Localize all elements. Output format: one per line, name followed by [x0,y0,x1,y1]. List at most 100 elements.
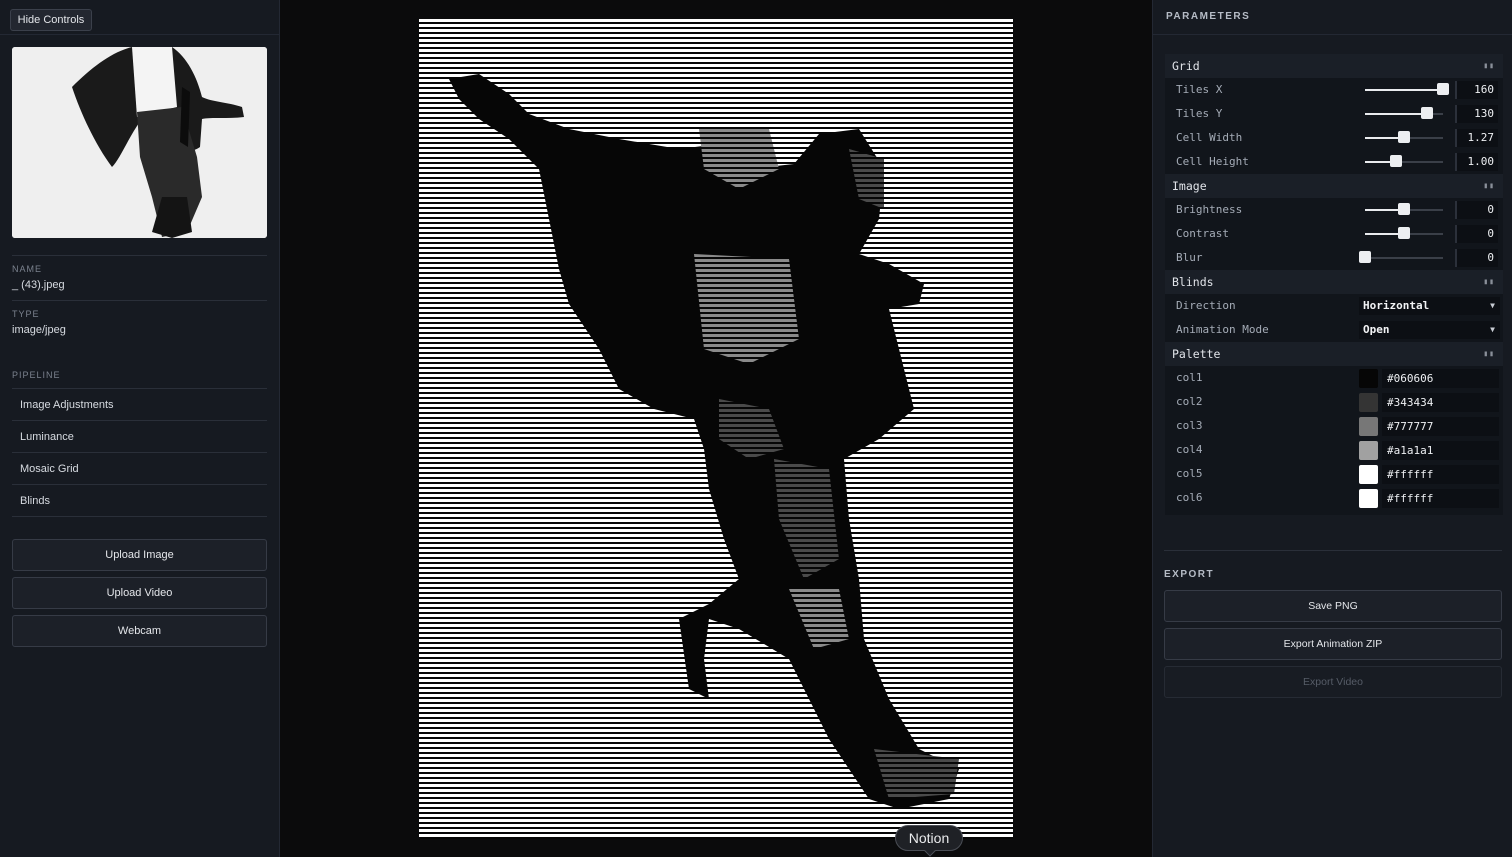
cell-height-slider[interactable] [1365,155,1443,167]
contrast-input[interactable]: 0 [1455,225,1498,243]
control-label: col1 [1176,371,1203,384]
color-swatch[interactable] [1359,417,1378,436]
slider-knob[interactable] [1398,131,1410,143]
hide-controls-button[interactable]: Hide Controls [10,9,92,31]
pipeline-item-blinds[interactable]: Blinds [12,485,267,517]
select-value: Horizontal [1363,299,1430,312]
folder-image[interactable]: Image ▮▮ [1165,174,1503,198]
control-label: Tiles X [1176,83,1223,96]
slider-knob[interactable] [1390,155,1403,167]
color-swatch[interactable] [1359,441,1378,460]
palette-color-row: col4 #a1a1a1 [1165,438,1503,462]
divider [0,34,279,35]
folder-grid[interactable]: Grid ▮▮ [1165,54,1503,78]
brightness-slider[interactable] [1365,203,1443,215]
type-label: TYPE [12,309,40,319]
color-hex-input[interactable]: #ffffff [1382,489,1499,508]
slider-fill [1365,89,1443,91]
tiles-x-input[interactable]: 160 [1455,81,1498,99]
upload-video-button[interactable]: Upload Video [12,577,267,609]
tiles-y-input[interactable]: 130 [1455,105,1498,123]
control-label: Animation Mode [1176,323,1269,336]
folder-title: Grid [1172,59,1200,73]
divider [1153,34,1512,35]
export-video-button: Export Video [1164,666,1502,698]
grip-icon[interactable]: ▮▮ [1483,342,1495,366]
color-swatch[interactable] [1359,369,1378,388]
parameters-title: PARAMETERS [1166,11,1251,22]
slider-knob[interactable] [1398,203,1410,215]
slider-knob[interactable] [1437,83,1449,95]
grip-icon[interactable]: ▮▮ [1483,270,1495,294]
color-swatch[interactable] [1359,465,1378,484]
palette-color-row: col3 #777777 [1165,414,1503,438]
brightness-input[interactable]: 0 [1455,201,1498,219]
brightness-control: Brightness 0 [1165,198,1503,222]
file-name: _ (43).jpeg [12,279,65,291]
control-label: Cell Width [1176,131,1243,144]
control-label: Contrast [1176,227,1229,240]
color-hex-input[interactable]: #060606 [1382,369,1499,388]
folder-palette[interactable]: Palette ▮▮ [1165,342,1503,366]
palette-color-row: col6 #ffffff [1165,486,1503,515]
left-sidebar: Hide Controls NAME _ (43).jpeg TYPE imag… [0,0,280,857]
animation-mode-control: Animation Mode Open ▼ [1165,318,1503,342]
divider [1164,550,1502,551]
divider [12,300,267,301]
slider-knob[interactable] [1398,227,1410,239]
color-hex-input[interactable]: #777777 [1382,417,1499,436]
blinds-render-canvas[interactable] [419,19,1013,839]
export-title: EXPORT [1164,569,1215,580]
chevron-down-icon: ▼ [1490,325,1495,334]
select-value: Open [1363,323,1390,336]
control-label: col3 [1176,419,1203,432]
color-hex-input[interactable]: #a1a1a1 [1382,441,1499,460]
color-swatch[interactable] [1359,393,1378,412]
grip-icon[interactable]: ▮▮ [1483,174,1495,198]
animation-mode-select[interactable]: Open ▼ [1359,321,1500,339]
cell-width-input[interactable]: 1.27 [1455,129,1498,147]
blur-control: Blur 0 [1165,246,1503,270]
control-label: col2 [1176,395,1203,408]
tiles-y-slider[interactable] [1365,107,1443,119]
blur-slider[interactable] [1359,251,1443,263]
control-label: Tiles Y [1176,107,1223,120]
tiles-x-slider[interactable] [1365,83,1449,95]
control-label: col5 [1176,467,1203,480]
color-hex-input[interactable]: #343434 [1382,393,1499,412]
cell-height-control: Cell Height 1.00 [1165,150,1503,174]
cell-width-control: Cell Width 1.27 [1165,126,1503,150]
control-label: Cell Height [1176,155,1249,168]
control-label: Brightness [1176,203,1243,216]
save-png-button[interactable]: Save PNG [1164,590,1502,622]
parameter-gui: Grid ▮▮ Tiles X 160 Tiles Y 130 Cell Wid… [1165,54,1503,515]
cell-width-slider[interactable] [1365,131,1443,143]
webcam-button[interactable]: Webcam [12,615,267,647]
pipeline-item-luminance[interactable]: Luminance [12,421,267,453]
control-label: Blur [1176,251,1203,264]
control-label: col6 [1176,491,1203,504]
palette-color-row: col1 #060606 [1165,366,1503,390]
color-swatch[interactable] [1359,489,1378,508]
blur-input[interactable]: 0 [1455,249,1498,267]
pipeline-item-mosaic-grid[interactable]: Mosaic Grid [12,453,267,485]
name-label: NAME [12,264,43,274]
slider-fill [1365,113,1428,115]
pipeline-label: PIPELINE [12,370,61,380]
grip-icon[interactable]: ▮▮ [1483,54,1495,78]
tiles-x-control: Tiles X 160 [1165,78,1503,102]
folder-blinds[interactable]: Blinds ▮▮ [1165,270,1503,294]
upload-image-button[interactable]: Upload Image [12,539,267,571]
control-label: col4 [1176,443,1203,456]
folder-title: Palette [1172,347,1221,361]
slider-knob[interactable] [1421,107,1434,119]
export-animation-zip-button[interactable]: Export Animation ZIP [1164,628,1502,660]
parameters-panel: PARAMETERS Grid ▮▮ Tiles X 160 Tiles Y 1… [1152,0,1512,857]
cell-height-input[interactable]: 1.00 [1455,153,1498,171]
contrast-slider[interactable] [1365,227,1443,239]
pipeline-item-image-adjustments[interactable]: Image Adjustments [12,389,267,421]
color-hex-input[interactable]: #ffffff [1382,465,1499,484]
palette-color-row: col2 #343434 [1165,390,1503,414]
direction-select[interactable]: Horizontal ▼ [1359,297,1500,315]
slider-knob[interactable] [1359,251,1371,263]
